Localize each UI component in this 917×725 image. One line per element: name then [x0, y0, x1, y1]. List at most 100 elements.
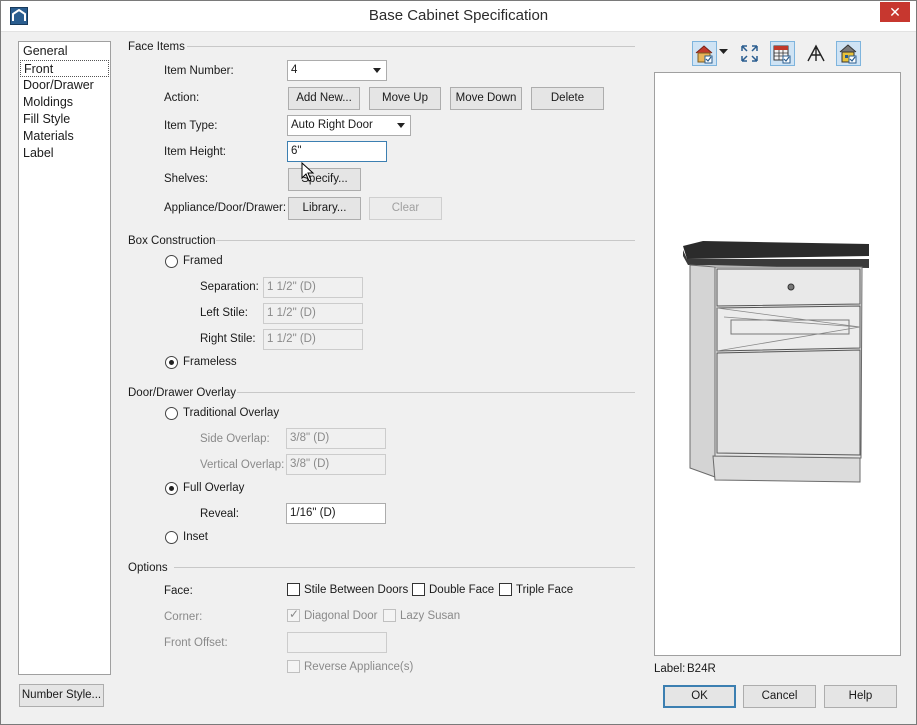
lazy-susan-checkbox[interactable]	[383, 609, 396, 622]
vertical-overlap-field[interactable]: 3/8" (D)	[286, 454, 386, 475]
corner-label: Corner:	[164, 611, 203, 623]
toe-kick	[712, 455, 861, 483]
preview-label-caption: Label:	[654, 663, 686, 675]
add-new-button[interactable]: Add New...	[288, 87, 360, 110]
help-button[interactable]: Help	[824, 685, 897, 708]
action-label: Action:	[164, 92, 200, 104]
options-divider	[174, 567, 635, 568]
double-face-checkbox[interactable]	[412, 583, 425, 596]
window-title: Base Cabinet Specification	[368, 7, 549, 24]
double-face-label: Double Face	[429, 584, 495, 596]
mouse-pointer-icon	[301, 162, 315, 182]
face-label: Face:	[164, 585, 193, 597]
color-toggle-icon	[773, 45, 791, 64]
countertop-top	[683, 241, 869, 259]
delete-button[interactable]: Delete	[531, 87, 604, 110]
frameless-label: Frameless	[183, 356, 237, 368]
library-button[interactable]: Library...	[288, 197, 361, 220]
close-window-button[interactable]: ✕	[880, 2, 910, 22]
sidebar-item-front[interactable]: Front	[20, 60, 109, 77]
inset-label: Inset	[183, 531, 208, 543]
chevron-down-icon[interactable]	[719, 49, 728, 55]
sidebar-item-door-drawer[interactable]: Door/Drawer	[20, 77, 109, 94]
full-overlay-radio[interactable]	[165, 482, 178, 495]
item-number-value: 4	[291, 64, 298, 76]
color-toggle-button[interactable]	[770, 41, 795, 66]
material-view-button[interactable]	[836, 41, 861, 66]
sidebar-item-materials[interactable]: Materials	[20, 128, 109, 145]
reveal-label: Reveal:	[200, 508, 239, 520]
inset-radio[interactable]	[165, 531, 178, 544]
side-overlap-field[interactable]: 3/8" (D)	[286, 428, 386, 449]
framed-radio[interactable]	[165, 255, 178, 268]
door-panel	[716, 349, 861, 456]
base-cabinet-render	[683, 241, 869, 483]
camera-view-button[interactable]	[692, 41, 717, 66]
traditional-overlay-radio[interactable]	[165, 407, 178, 420]
stile-between-doors-label: Stile Between Doors	[304, 584, 409, 596]
separation-label: Separation:	[200, 281, 259, 293]
reverse-appliance-label: Reverse Appliance(s)	[304, 661, 414, 673]
specify-shelves-button[interactable]: Specify...	[288, 168, 361, 191]
item-height-label: Item Height:	[164, 146, 226, 158]
material-view-icon	[839, 44, 857, 64]
shelves-label: Shelves:	[164, 173, 209, 185]
item-number-select[interactable]: 4	[287, 60, 387, 81]
preview-label-value: B24R	[687, 663, 716, 675]
move-down-button[interactable]: Move Down	[450, 87, 522, 110]
fill-window-icon	[741, 45, 758, 62]
traditional-overlay-label: Traditional Overlay	[183, 407, 280, 419]
front-offset-field[interactable]	[287, 632, 387, 653]
camera-view-icon	[695, 45, 713, 64]
box-construction-divider	[216, 240, 635, 241]
cabinet-side	[689, 264, 716, 478]
dialog-window: Base Cabinet Specification ✕ General Fro…	[0, 0, 917, 725]
chevron-down-icon	[397, 123, 405, 128]
left-stile-label: Left Stile:	[200, 307, 248, 319]
lazy-susan-label: Lazy Susan	[400, 610, 461, 622]
diagonal-door-label: Diagonal Door	[304, 610, 378, 622]
number-style-button[interactable]: Number Style...	[19, 684, 104, 707]
front-offset-label: Front Offset:	[164, 637, 228, 649]
item-height-input[interactable]: 6"	[287, 141, 387, 162]
line-drawing-icon	[807, 44, 825, 62]
sidebar-item-fill-style[interactable]: Fill Style	[20, 111, 109, 128]
right-stile-field[interactable]: 1 1/2" (D)	[263, 329, 363, 350]
right-stile-label: Right Stile:	[200, 333, 256, 345]
fill-window-button[interactable]	[737, 41, 762, 66]
category-list: General Front Door/Drawer Moldings Fill …	[18, 41, 111, 675]
title-bar: Base Cabinet Specification ✕	[1, 1, 916, 32]
reverse-appliance-checkbox[interactable]	[287, 660, 300, 673]
sidebar-item-general[interactable]: General	[20, 43, 109, 60]
sidebar-item-moldings[interactable]: Moldings	[20, 94, 109, 111]
drawer-middle	[716, 305, 861, 352]
triple-face-checkbox[interactable]	[499, 583, 512, 596]
frameless-radio[interactable]	[165, 356, 178, 369]
vertical-overlap-label: Vertical Overlap:	[200, 459, 285, 471]
item-number-label: Item Number:	[164, 65, 234, 77]
options-heading: Options	[128, 562, 168, 574]
overlay-divider	[237, 392, 635, 393]
face-items-heading: Face Items	[128, 41, 185, 53]
reveal-field[interactable]: 1/16" (D)	[286, 503, 386, 524]
left-stile-field[interactable]: 1 1/2" (D)	[263, 303, 363, 324]
triple-face-label: Triple Face	[516, 584, 574, 596]
full-overlay-label: Full Overlay	[183, 482, 245, 494]
item-type-select[interactable]: Auto Right Door	[287, 115, 411, 136]
move-up-button[interactable]: Move Up	[369, 87, 441, 110]
ok-button[interactable]: OK	[663, 685, 736, 708]
diagonal-door-checkbox[interactable]	[287, 607, 300, 622]
line-drawing-button[interactable]	[803, 41, 828, 66]
box-construction-heading: Box Construction	[128, 235, 216, 247]
item-type-label: Item Type:	[164, 120, 218, 132]
stile-between-doors-checkbox[interactable]	[287, 583, 300, 596]
face-items-divider	[187, 46, 635, 47]
cabinet-preview-pane[interactable]	[654, 72, 901, 656]
separation-field[interactable]: 1 1/2" (D)	[263, 277, 363, 298]
sidebar-item-label[interactable]: Label	[20, 145, 109, 162]
cancel-button[interactable]: Cancel	[743, 685, 816, 708]
framed-label: Framed	[183, 255, 223, 267]
clear-button[interactable]: Clear	[369, 197, 442, 220]
overlay-heading: Door/Drawer Overlay	[128, 387, 236, 399]
appliance-door-drawer-label: Appliance/Door/Drawer:	[164, 202, 287, 214]
